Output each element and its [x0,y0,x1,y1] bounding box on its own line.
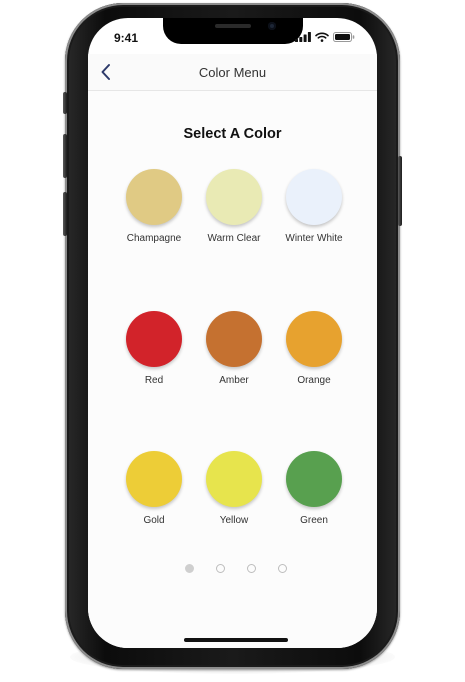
swatch-circle [126,311,182,367]
color-swatch-yellow[interactable]: Yellow [194,451,274,526]
navigation-bar: Color Menu [88,54,377,91]
color-swatch-amber[interactable]: Amber [194,311,274,386]
swatch-circle [286,311,342,367]
page-dot-4[interactable] [278,564,287,573]
volume-up-button [63,134,67,178]
page-dot-3[interactable] [247,564,256,573]
swatch-circle [206,451,262,507]
color-swatch-red[interactable]: Red [114,311,194,386]
swatch-label: Gold [143,515,165,526]
status-time: 9:41 [114,31,139,45]
volume-down-button [63,192,67,236]
color-menu-content: Select A Color Champagne Warm Clear Winter… [88,91,377,648]
color-swatch-green[interactable]: Green [274,451,354,526]
silent-switch [63,92,67,114]
swatch-circle [126,451,182,507]
nav-title: Color Menu [198,65,267,80]
swatch-label: Warm Clear [207,233,261,244]
speaker-grille [215,24,251,28]
color-swatch-winter-white[interactable]: Winter White [274,169,354,244]
color-swatch-orange[interactable]: Orange [274,311,354,386]
swatch-label: Winter White [285,233,343,244]
color-swatch-gold[interactable]: Gold [114,451,194,526]
page-dot-2[interactable] [216,564,225,573]
swatch-circle [206,311,262,367]
home-indicator[interactable] [184,638,288,642]
wifi-icon [315,32,329,42]
swatch-label: Champagne [126,233,182,244]
swatch-circle [286,451,342,507]
swatch-label: Amber [219,375,249,386]
notch [163,18,303,44]
page-heading: Select A Color [183,126,282,142]
phone-screen: 9:41 Color Menu Select A Color Champagne… [88,18,377,648]
swatch-circle [206,169,262,225]
front-camera [268,22,276,30]
page-dot-1[interactable] [185,564,194,573]
swatch-label: Orange [297,375,331,386]
swatch-label: Yellow [219,515,249,526]
swatch-label: Green [300,515,328,526]
swatch-circle [126,169,182,225]
color-swatch-champagne[interactable]: Champagne [114,169,194,244]
swatch-label: Red [144,375,164,386]
power-button [398,156,402,226]
swatch-circle [286,169,342,225]
status-icons [295,31,355,43]
signal-icon [295,32,311,42]
battery-icon [333,32,355,42]
color-swatch-warm-clear[interactable]: Warm Clear [194,169,274,244]
